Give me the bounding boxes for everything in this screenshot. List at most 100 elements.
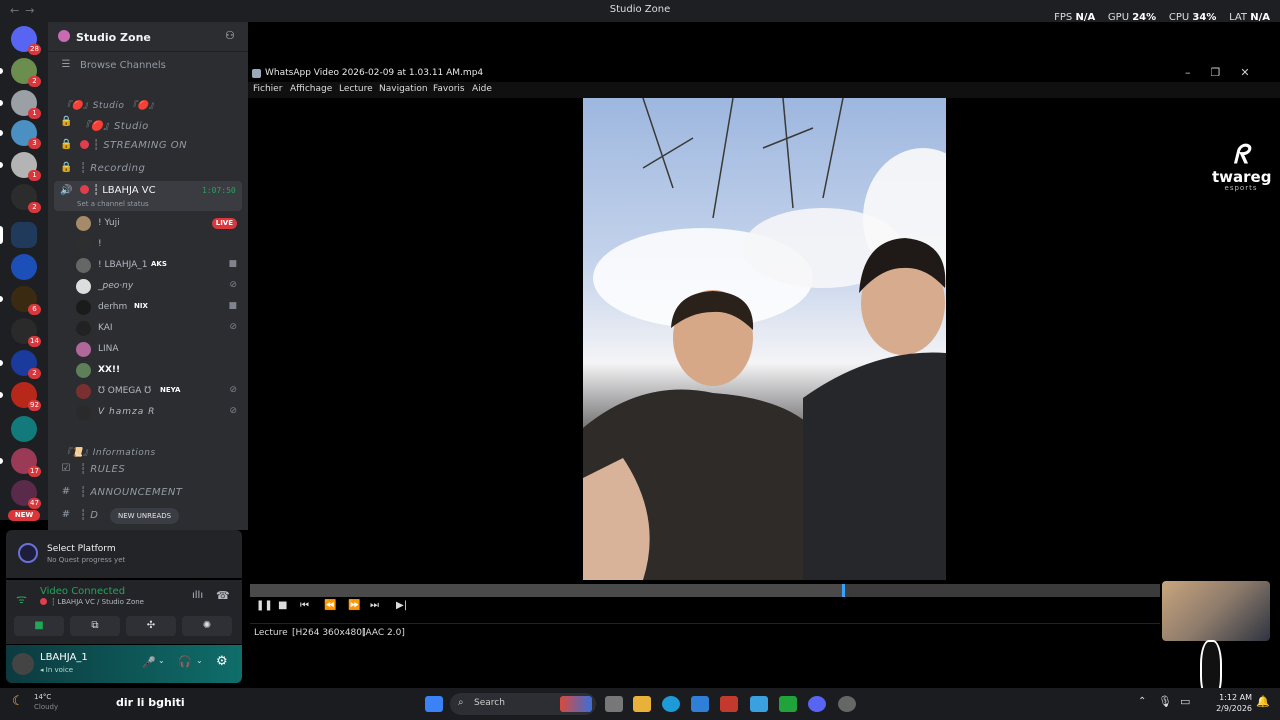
media-player-taskbar-icon[interactable]: [750, 696, 768, 712]
category-studio[interactable]: 『🔴』Studio 『🔴』: [54, 94, 242, 114]
category-label: 『📜』Informations: [62, 448, 156, 458]
activities-button[interactable]: ✣: [126, 616, 176, 636]
screen-share-button[interactable]: ⧉: [70, 616, 120, 636]
mic-tray-icon[interactable]: 🎙: [1158, 695, 1172, 708]
invite-people-icon[interactable]: ⚇: [225, 29, 235, 42]
voice-user-name: KAI: [98, 323, 113, 333]
voice-status[interactable]: Video Connected: [40, 586, 125, 597]
gpu-label: GPU: [1107, 12, 1130, 23]
rewind-icon[interactable]: ⏪: [324, 600, 336, 611]
server-icon[interactable]: 92: [0, 382, 41, 411]
weather-moon-icon[interactable]: ☾: [12, 694, 24, 709]
studio-zone-server-icon[interactable]: [0, 222, 37, 248]
soundboard-button[interactable]: ✺: [182, 616, 232, 636]
channel-item[interactable]: 🔒 ┆ STREAMING ON: [54, 136, 242, 156]
app-icon[interactable]: [838, 696, 856, 712]
menu-aide[interactable]: Aide: [472, 84, 492, 94]
video-frame[interactable]: [583, 98, 946, 580]
server-icon[interactable]: 2: [0, 58, 41, 87]
deafened-icon: ⊘: [229, 322, 237, 332]
frame-step-icon[interactable]: ▶|: [396, 600, 407, 611]
restore-icon[interactable]: ❐: [1211, 66, 1241, 79]
notifications-icon[interactable]: 🔔: [1256, 695, 1270, 708]
server-icon[interactable]: 6: [0, 286, 41, 315]
microphone-icon[interactable]: 🎤: [142, 656, 156, 669]
stop-icon[interactable]: ■: [278, 600, 287, 611]
voice-user[interactable]: V hamza R ⊘: [76, 403, 241, 423]
category-label: 『🔴』Studio 『🔴』: [62, 101, 159, 111]
chevron-down-icon[interactable]: ⌄: [158, 656, 165, 665]
voice-user[interactable]: ℧ OMEGA ℧ NEYA ⊘: [76, 382, 241, 402]
username[interactable]: LBAHJA_1: [40, 652, 88, 663]
discord-home-icon[interactable]: 28: [11, 26, 41, 55]
server-icon[interactable]: 17: [0, 448, 41, 477]
channel-status-hint[interactable]: Set a channel status: [77, 200, 149, 208]
server-icon[interactable]: 1: [0, 152, 41, 181]
camera-button[interactable]: ■: [14, 616, 64, 636]
network-tray-icon[interactable]: ▭: [1180, 695, 1190, 708]
voice-user[interactable]: !: [76, 235, 241, 255]
voice-user[interactable]: LINA: [76, 340, 241, 360]
seek-handle[interactable]: [842, 584, 845, 597]
server-icon[interactable]: 1: [0, 90, 41, 119]
noise-suppression-icon[interactable]: ıllı: [192, 590, 203, 601]
chevron-down-icon[interactable]: ⌄: [196, 656, 203, 665]
task-view-icon[interactable]: [605, 696, 623, 712]
voice-user[interactable]: KAI ⊘: [76, 319, 241, 339]
weather-temp: 14°C: [34, 693, 52, 701]
pause-icon[interactable]: ❚❚: [256, 600, 273, 611]
voice-user[interactable]: ! LBAHJA_1 AKS ■: [76, 256, 241, 276]
channel-item[interactable]: ☑ ┆ RULES: [54, 460, 242, 480]
settings-gear-icon[interactable]: ⚙: [216, 654, 228, 669]
server-header[interactable]: Studio Zone ⌄ ⚇: [48, 22, 248, 52]
server-icon[interactable]: 2: [0, 350, 41, 379]
server-icon[interactable]: 3: [0, 120, 41, 149]
server-icon[interactable]: 47: [11, 480, 41, 509]
channel-item[interactable]: # ┆ ANNOUNCEMENT: [54, 483, 242, 503]
store-icon[interactable]: [691, 696, 709, 712]
user-avatar[interactable]: [12, 653, 34, 675]
server-icon[interactable]: 14: [11, 318, 41, 347]
tray-overflow-icon[interactable]: ⌃: [1138, 696, 1146, 707]
disconnect-icon[interactable]: ☎: [216, 589, 230, 602]
player-status-bar: Lecture [H264 360x480] [AAC 2.0]: [250, 623, 1160, 643]
menu-affichage[interactable]: Affichage: [290, 84, 332, 94]
lock-icon: 🔒: [60, 139, 73, 150]
menu-lecture[interactable]: Lecture: [339, 84, 373, 94]
edge-browser-icon[interactable]: [662, 696, 680, 712]
voice-location[interactable]: ┆ LBAHJA VC / Studio Zone: [51, 598, 144, 606]
quest-panel[interactable]: Select Platform No Quest progress yet: [6, 530, 242, 578]
file-explorer-icon[interactable]: [633, 696, 651, 712]
server-icon[interactable]: [11, 416, 37, 442]
previous-icon[interactable]: ⏮: [300, 600, 309, 611]
channel-item[interactable]: 🔒 『🔴』Studio: [54, 113, 242, 133]
menu-fichier[interactable]: Fichier: [253, 84, 282, 94]
video-codec: [H264 360x480]: [292, 628, 366, 638]
server-icon[interactable]: 2: [11, 184, 41, 213]
voice-user[interactable]: XX!!: [76, 361, 241, 381]
taskbar-search[interactable]: ⌕ Search: [450, 693, 596, 715]
voice-user[interactable]: ! Yuji LIVE: [76, 214, 241, 234]
new-unreads-pill[interactable]: NEW UNREADS: [110, 508, 180, 524]
channel-item[interactable]: 🔒 ┆ Recording: [54, 159, 242, 179]
minimize-icon[interactable]: –: [1185, 66, 1211, 79]
discord-taskbar-icon[interactable]: [808, 696, 826, 712]
active-voice-channel[interactable]: 🔊 ┆ LBAHJA VC 1:07:50 Set a channel stat…: [54, 181, 242, 211]
menu-navigation[interactable]: Navigation: [379, 84, 428, 94]
play-app-icon[interactable]: [779, 696, 797, 712]
server-icon[interactable]: [11, 254, 37, 280]
fast-forward-icon[interactable]: ⏩: [348, 600, 360, 611]
windows-start-icon[interactable]: [425, 696, 443, 712]
close-icon[interactable]: ✕: [1240, 66, 1269, 79]
voice-user[interactable]: derhm NIX ■: [76, 298, 241, 318]
lock-icon: 🔒: [60, 116, 73, 127]
menu-favoris[interactable]: Favoris: [433, 84, 465, 94]
new-servers-badge[interactable]: NEW: [8, 510, 40, 521]
app-icon[interactable]: [720, 696, 738, 712]
voice-user[interactable]: _peo·ny ⊘: [76, 277, 241, 297]
browse-channels-item[interactable]: ☰ Browse Channels: [54, 56, 242, 76]
category-informations[interactable]: 『📜』Informations: [54, 441, 242, 461]
next-icon[interactable]: ⏭: [370, 600, 379, 611]
headphones-icon[interactable]: 🎧: [178, 655, 192, 668]
system-clock[interactable]: 1:12 AM 2/9/2026: [1206, 692, 1252, 714]
